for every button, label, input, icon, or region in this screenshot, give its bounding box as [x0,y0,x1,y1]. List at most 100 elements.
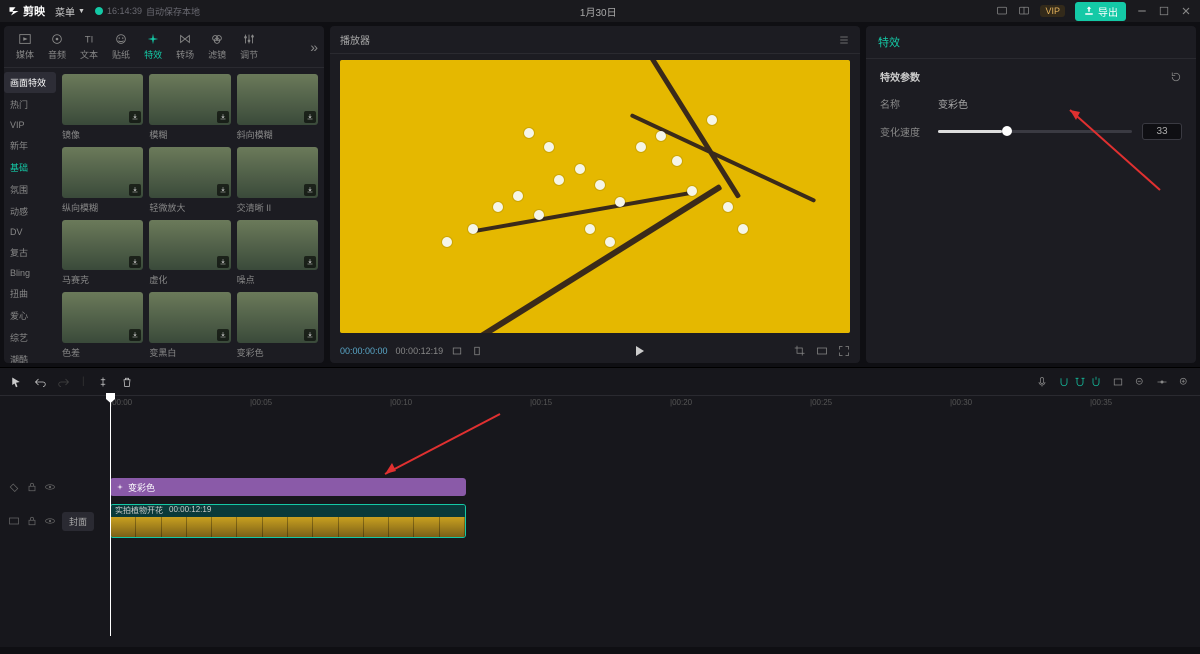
category-item[interactable]: 潮酷 [4,349,56,363]
zoom-in-icon[interactable] [1178,376,1190,388]
category-item[interactable]: VIP [4,116,56,134]
category-item[interactable]: 复古 [4,242,56,263]
category-item[interactable]: 新年 [4,135,56,156]
time-duration: 00:00:12:19 [396,346,444,356]
tool-tabs: 媒体音频TI文本贴纸特效转场滤镜调节 » [4,26,324,68]
tool-tab-audio[interactable]: 音频 [42,30,72,63]
menu-button[interactable]: 菜单 ▼ [55,4,85,19]
inspector-tab[interactable]: 特效 [866,26,1196,59]
download-icon[interactable] [304,329,316,341]
close-icon[interactable] [1180,5,1192,17]
download-icon[interactable] [217,111,229,123]
preview-toggle-icon[interactable] [1112,376,1124,388]
effect-item[interactable]: 色差 [62,292,143,359]
mic-icon[interactable] [1036,376,1048,388]
reset-icon[interactable] [1170,71,1182,83]
video-preview[interactable] [340,60,850,333]
fx-track-icon[interactable] [8,481,20,493]
effect-label: 马赛克 [62,273,143,286]
playhead[interactable] [110,396,111,636]
layout-icon[interactable] [1018,5,1030,17]
eye-icon[interactable] [44,515,56,527]
ratio-icon-1[interactable] [451,345,463,357]
export-button[interactable]: 导出 [1075,2,1126,21]
category-item[interactable]: 动感 [4,201,56,222]
fullscreen-icon[interactable] [838,345,850,357]
video-frame [414,517,439,537]
magnet-icon-2[interactable] [1074,376,1086,388]
effect-item[interactable]: 模糊 [149,74,230,141]
tool-tab-media[interactable]: 媒体 [10,30,40,63]
download-icon[interactable] [129,329,141,341]
speed-slider[interactable] [938,130,1132,133]
effect-item[interactable]: 马赛克 [62,220,143,287]
category-item[interactable]: 扭曲 [4,283,56,304]
download-icon[interactable] [217,329,229,341]
select-tool-icon[interactable] [10,376,22,388]
speed-value[interactable]: 33 [1142,123,1182,140]
effect-label: 模糊 [149,128,230,141]
crop-icon[interactable] [794,345,806,357]
effect-item[interactable]: 轻微放大 [149,147,230,214]
category-item[interactable]: 画面特效 [4,72,56,93]
category-item[interactable]: 基础 [4,157,56,178]
delete-icon[interactable] [121,376,133,388]
maximize-icon[interactable] [1158,5,1170,17]
download-icon[interactable] [304,184,316,196]
tool-tab-adjust[interactable]: 调节 [234,30,264,63]
effect-item[interactable]: 变黑白 [149,292,230,359]
effect-item[interactable]: 纵向模糊 [62,147,143,214]
split-icon[interactable] [97,376,109,388]
player-menu-icon[interactable] [838,34,850,46]
download-icon[interactable] [129,256,141,268]
category-item[interactable]: 爱心 [4,305,56,326]
tool-tab-transition[interactable]: 转场 [170,30,200,63]
effect-item[interactable]: 交清晰 II [237,147,318,214]
effect-item[interactable]: 变彩色 [237,292,318,359]
ratio-icon-2[interactable] [471,345,483,357]
category-item[interactable]: 综艺 [4,327,56,348]
shortcut-icon[interactable] [996,5,1008,17]
magnet-icon-3[interactable] [1090,376,1102,388]
tool-tab-effects[interactable]: 特效 [138,30,168,63]
effect-item[interactable]: 镜像 [62,74,143,141]
download-icon[interactable] [217,256,229,268]
category-item[interactable]: Bling [4,264,56,282]
effect-label: 轻微放大 [149,201,230,214]
lock-icon[interactable] [26,515,38,527]
effect-item[interactable]: 斜向模糊 [237,74,318,141]
zoom-out-icon[interactable] [1134,376,1146,388]
download-icon[interactable] [304,111,316,123]
download-icon[interactable] [129,111,141,123]
eye-icon[interactable] [44,481,56,493]
lock-icon[interactable] [26,481,38,493]
magnet-icon-1[interactable] [1058,376,1070,388]
vip-badge[interactable]: VIP [1040,5,1065,17]
zoom-slider-icon[interactable] [1156,376,1168,388]
download-icon[interactable] [217,184,229,196]
video-track-icon[interactable] [8,515,20,527]
tool-tab-text[interactable]: TI文本 [74,30,104,63]
ratio-select-icon[interactable] [816,345,828,357]
undo-icon[interactable] [34,376,46,388]
category-item[interactable]: 氛围 [4,179,56,200]
category-item[interactable]: 热门 [4,94,56,115]
minimize-icon[interactable] [1136,5,1148,17]
tool-tab-label: 媒体 [16,48,34,61]
timeline-ruler[interactable]: |00:00|00:05|00:10|00:15|00:20|00:25|00:… [0,396,1200,414]
tracks-area[interactable]: 封面 变彩色 实拍植物开花 00:00:12:19 [0,414,1200,647]
effect-item[interactable]: 虚化 [149,220,230,287]
tool-tab-filter[interactable]: 滤镜 [202,30,232,63]
play-button[interactable] [631,343,647,359]
more-tabs-button[interactable]: » [310,39,318,55]
cover-button[interactable]: 封面 [62,512,94,531]
download-icon[interactable] [304,256,316,268]
filter-icon [210,32,224,46]
effect-clip[interactable]: 变彩色 [110,478,466,496]
redo-icon[interactable] [58,376,70,388]
category-item[interactable]: DV [4,223,56,241]
tool-tab-sticker[interactable]: 贴纸 [106,30,136,63]
download-icon[interactable] [129,184,141,196]
video-clip[interactable]: 实拍植物开花 00:00:12:19 [110,504,466,538]
effect-item[interactable]: 噪点 [237,220,318,287]
